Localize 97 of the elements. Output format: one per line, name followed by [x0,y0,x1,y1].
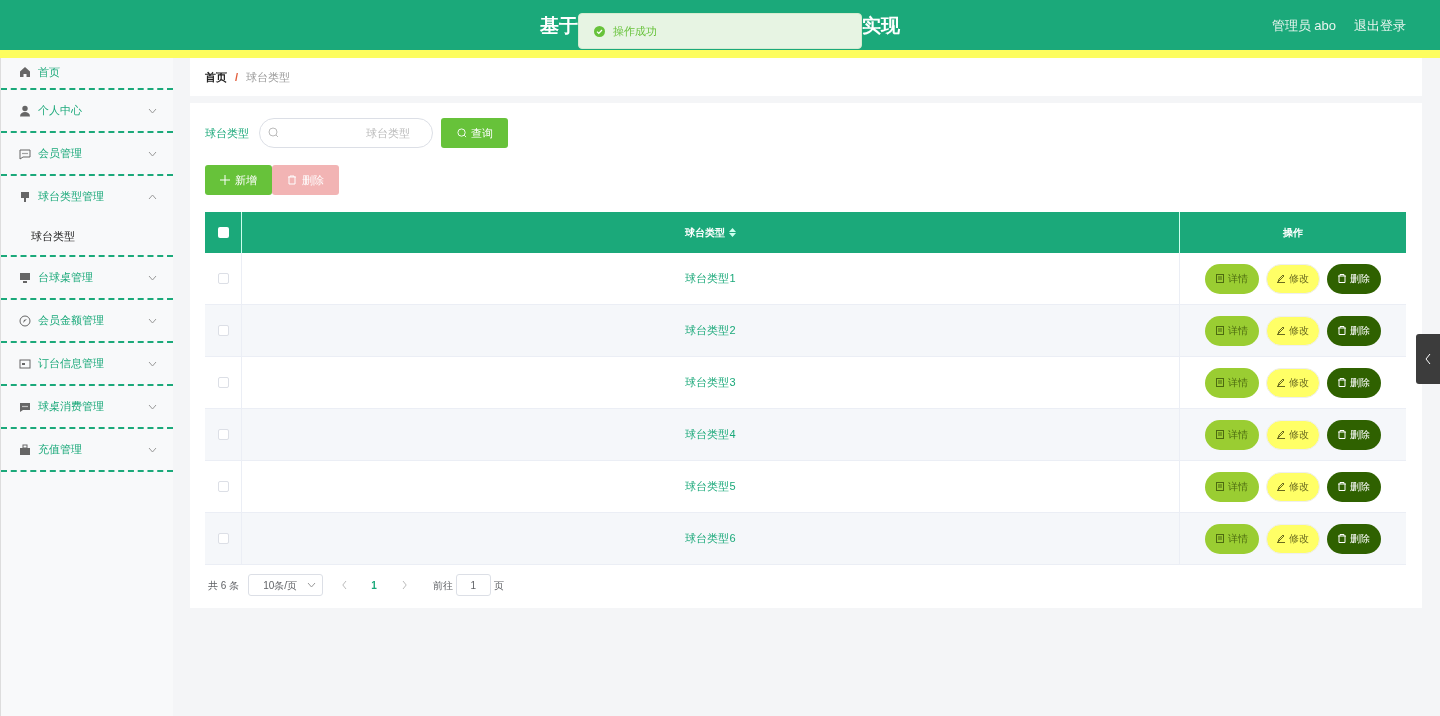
user-label: 管理员 abo [1271,17,1336,35]
document-icon [1216,482,1224,491]
menu-item[interactable]: 首页 [1,58,173,88]
card-icon [19,357,31,370]
row-checkbox[interactable] [217,273,229,284]
submenu-item[interactable]: 球台类型 [1,217,173,255]
sort-icon [729,228,736,237]
trash-icon [1338,326,1346,335]
table-cell-text: 球台类型4 [685,427,736,443]
detail-button[interactable]: 详情 [1205,263,1259,294]
briefcase-icon [19,443,31,456]
trash-icon [1338,534,1346,543]
total-count: 共 6 条 [208,578,240,593]
add-button[interactable]: 新增 [205,165,272,195]
menu-item[interactable]: 会员管理 [1,133,173,174]
table-cell-text: 球台类型5 [685,479,736,495]
delete-button[interactable]: 删除 [1327,367,1381,398]
pushpin-icon [19,190,31,203]
edit-button[interactable]: 修改 [1266,471,1320,502]
row-checkbox[interactable] [217,325,229,336]
menu-item[interactable]: 球桌消费管理 [1,386,173,427]
menu-item[interactable]: 订台信息管理 [1,343,173,384]
edit-button[interactable]: 修改 [1266,523,1320,554]
trash-icon [1338,430,1346,439]
trash-icon [1338,378,1346,387]
detail-button[interactable]: 详情 [1205,315,1259,346]
page-suffix: 页 [493,578,504,593]
plus-icon [220,175,230,185]
breadcrumb-link[interactable]: 首页 [205,68,227,86]
breadcrumb-separator: / [234,69,240,85]
app-title: 实现 [862,14,900,38]
detail-button[interactable]: 详情 [1205,471,1259,502]
query-button[interactable]: 查询 [441,118,508,148]
edit-button[interactable]: 修改 [1266,367,1320,398]
search-icon [268,127,279,138]
app-title: 基于 [540,14,578,38]
row-checkbox[interactable] [217,429,229,440]
breadcrumb-link[interactable]: 球台类型 [246,68,291,86]
chevron-left-icon [1425,354,1431,364]
logout-link[interactable]: 退出登录 [1354,16,1406,36]
message-icon [19,400,31,413]
pencil-icon [1277,326,1285,335]
pencil-icon [1277,430,1285,439]
table-cell-text: 球台类型3 [685,375,736,391]
detail-button[interactable]: 详情 [1205,419,1259,450]
pencil-icon [1277,482,1285,491]
menu-item[interactable]: 会员金额管理 [1,300,173,341]
user-icon [19,104,31,117]
page-number[interactable]: 1 [371,577,377,593]
table-cell-text: 球台类型2 [685,323,736,339]
side-toggle-button[interactable] [1416,334,1440,384]
edit-button[interactable]: 修改 [1266,315,1320,346]
menu-item[interactable]: 台球桌管理 [1,257,173,298]
edit-button[interactable]: 修改 [1266,419,1320,450]
chat-icon [19,147,31,160]
menu-item[interactable]: 充值管理 [1,429,173,470]
previous-page-icon[interactable] [342,581,348,589]
menu-item[interactable]: 球台类型管理 [1,176,173,217]
row-checkbox[interactable] [217,481,229,492]
menu-item[interactable]: 个人中心 [1,90,173,131]
delete-button[interactable]: 删除 [1327,523,1381,554]
document-icon [1216,534,1224,543]
search-field[interactable]: 球台类型 [259,118,433,148]
search-label: 球台类型 [205,125,249,141]
pencil-icon [1277,534,1285,543]
goto-page-field[interactable]: 1 [455,574,491,596]
monitor-icon [19,271,31,284]
home-icon [19,66,31,78]
pencil-icon [1277,274,1285,283]
document-icon [1216,274,1224,283]
delete-button[interactable]: 删除 [1327,471,1381,502]
detail-button[interactable]: 详情 [1205,367,1259,398]
delete-button[interactable]: 删除 [1327,419,1381,450]
check-circle-icon [594,25,605,37]
document-icon [1216,430,1224,439]
row-checkbox[interactable] [217,533,229,544]
trash-icon [287,175,297,185]
trash-icon [1338,274,1346,283]
document-icon [1216,326,1224,335]
pencil-icon [1277,378,1285,387]
page-size-select[interactable]: 10条/页 [248,574,324,596]
select-all-checkbox[interactable] [217,227,229,238]
search-icon [456,128,467,138]
trash-icon [1338,482,1346,491]
table-cell-text: 球台类型6 [685,531,736,547]
row-checkbox[interactable] [217,377,229,388]
compass-icon [19,314,31,327]
delete-button[interactable]: 删除 [1327,263,1381,294]
next-page-icon[interactable] [401,581,407,589]
table-cell-text: 球台类型1 [685,271,736,287]
edit-button[interactable]: 修改 [1266,263,1320,294]
toast-message: 操作成功 [613,23,657,39]
document-icon [1216,378,1224,387]
delete-button[interactable]: 删除 [1327,315,1381,346]
detail-button[interactable]: 详情 [1205,523,1259,554]
column-header: 操作 [1282,226,1304,240]
goto-label: 前往 [432,578,453,593]
